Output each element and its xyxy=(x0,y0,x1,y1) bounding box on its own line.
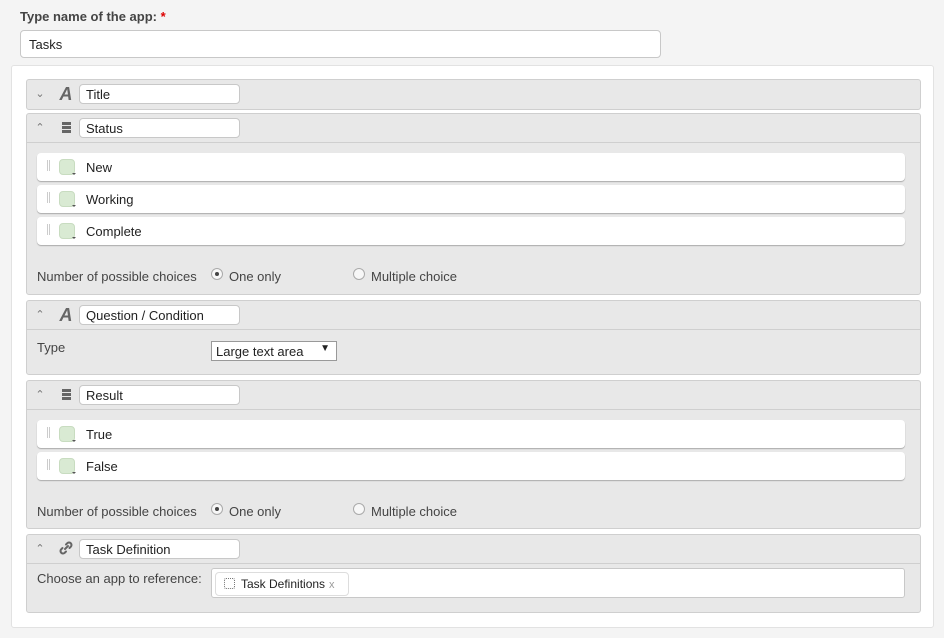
app-name-input[interactable] xyxy=(20,30,661,58)
fields-container: ⌄ A ⌃ New Working Comple xyxy=(11,65,934,628)
category-icon xyxy=(57,119,75,137)
app-icon xyxy=(224,578,235,589)
drag-handle-icon[interactable] xyxy=(47,427,50,438)
choice-count-row: Number of possible choices One only Mult… xyxy=(37,249,905,297)
radio-multiple-choice[interactable] xyxy=(353,268,365,280)
reference-label: Choose an app to reference: xyxy=(37,571,202,586)
choice-label[interactable]: Working xyxy=(86,192,133,207)
choice-item: Complete xyxy=(37,217,905,245)
type-label: Type xyxy=(37,340,66,355)
choice-item: New xyxy=(37,153,905,181)
type-select-value: Large text area xyxy=(216,344,304,359)
radio-multiple-choice-label[interactable]: Multiple choice xyxy=(371,504,457,519)
category-icon xyxy=(57,386,75,404)
text-icon: A xyxy=(59,305,73,325)
color-picker-button[interactable] xyxy=(59,223,76,239)
choice-item: Working xyxy=(37,185,905,213)
choice-count-label: Number of possible choices xyxy=(37,269,197,284)
radio-one-only-label[interactable]: One only xyxy=(229,504,281,519)
text-icon: A xyxy=(59,84,73,104)
color-picker-button[interactable] xyxy=(59,426,76,442)
referenced-app-chip: Task Definitions x xyxy=(215,572,349,596)
chevron-up-icon[interactable]: ⌃ xyxy=(33,542,47,556)
field-header: ⌃ xyxy=(27,114,920,143)
choice-item: True xyxy=(37,420,905,448)
reference-row: Choose an app to reference: Task Definit… xyxy=(37,564,905,622)
color-picker-button[interactable] xyxy=(59,458,76,474)
color-picker-button[interactable] xyxy=(59,159,76,175)
field-name-input[interactable] xyxy=(79,385,240,405)
reference-app-input[interactable]: Task Definitions x xyxy=(211,568,905,598)
field-title: ⌄ A xyxy=(26,79,921,110)
field-task-definition: ⌃ Choose an app to reference: Task Defin… xyxy=(26,534,921,613)
chevron-up-icon[interactable]: ⌃ xyxy=(33,388,47,402)
field-body: Choose an app to reference: Task Definit… xyxy=(27,564,920,622)
drag-handle-icon[interactable] xyxy=(47,192,50,203)
choice-label[interactable]: True xyxy=(86,427,112,442)
choice-item: False xyxy=(37,452,905,480)
dropdown-arrow-icon: ▼ xyxy=(320,343,330,354)
app-name-label-text: Type name of the app: xyxy=(20,9,157,24)
choice-label[interactable]: Complete xyxy=(86,224,142,239)
choice-label[interactable]: False xyxy=(86,459,118,474)
chevron-down-icon[interactable]: ⌄ xyxy=(33,87,47,101)
chevron-up-icon[interactable]: ⌃ xyxy=(33,308,47,322)
field-name-input[interactable] xyxy=(79,118,240,138)
field-name-input[interactable] xyxy=(79,305,240,325)
radio-multiple-choice[interactable] xyxy=(353,503,365,515)
choice-count-row: Number of possible choices One only Mult… xyxy=(37,484,905,532)
field-body: True False Number of possible choices On… xyxy=(27,410,920,532)
field-header: ⌄ A xyxy=(27,80,920,109)
field-name-input[interactable] xyxy=(79,84,240,104)
radio-one-only[interactable] xyxy=(211,503,223,515)
field-header: ⌃ A xyxy=(27,301,920,330)
drag-handle-icon[interactable] xyxy=(47,459,50,470)
choice-count-label: Number of possible choices xyxy=(37,504,197,519)
field-header: ⌃ xyxy=(27,535,920,564)
drag-handle-icon[interactable] xyxy=(47,224,50,235)
field-name-input[interactable] xyxy=(79,539,240,559)
field-status: ⌃ New Working Complete Number of possibl… xyxy=(26,113,921,295)
field-header: ⌃ xyxy=(27,381,920,410)
chevron-up-icon[interactable]: ⌃ xyxy=(33,121,47,135)
radio-multiple-choice-label[interactable]: Multiple choice xyxy=(371,269,457,284)
type-row: Type Large text area ▼ xyxy=(37,330,905,374)
field-body: New Working Complete Number of possible … xyxy=(27,143,920,297)
app-name-label: Type name of the app: * xyxy=(20,9,166,24)
field-result: ⌃ True False Number of possible choices … xyxy=(26,380,921,529)
referenced-app-name: Task Definitions xyxy=(241,577,326,591)
choice-label[interactable]: New xyxy=(86,160,112,175)
field-body: Type Large text area ▼ xyxy=(27,330,920,374)
radio-one-only-label[interactable]: One only xyxy=(229,269,281,284)
drag-handle-icon[interactable] xyxy=(47,160,50,171)
link-icon xyxy=(57,540,75,558)
remove-reference-button[interactable]: x xyxy=(329,579,335,591)
radio-one-only[interactable] xyxy=(211,268,223,280)
required-mark: * xyxy=(160,9,166,24)
color-picker-button[interactable] xyxy=(59,191,76,207)
field-question-condition: ⌃ A Type Large text area ▼ xyxy=(26,300,921,375)
type-select[interactable]: Large text area ▼ xyxy=(211,341,337,361)
